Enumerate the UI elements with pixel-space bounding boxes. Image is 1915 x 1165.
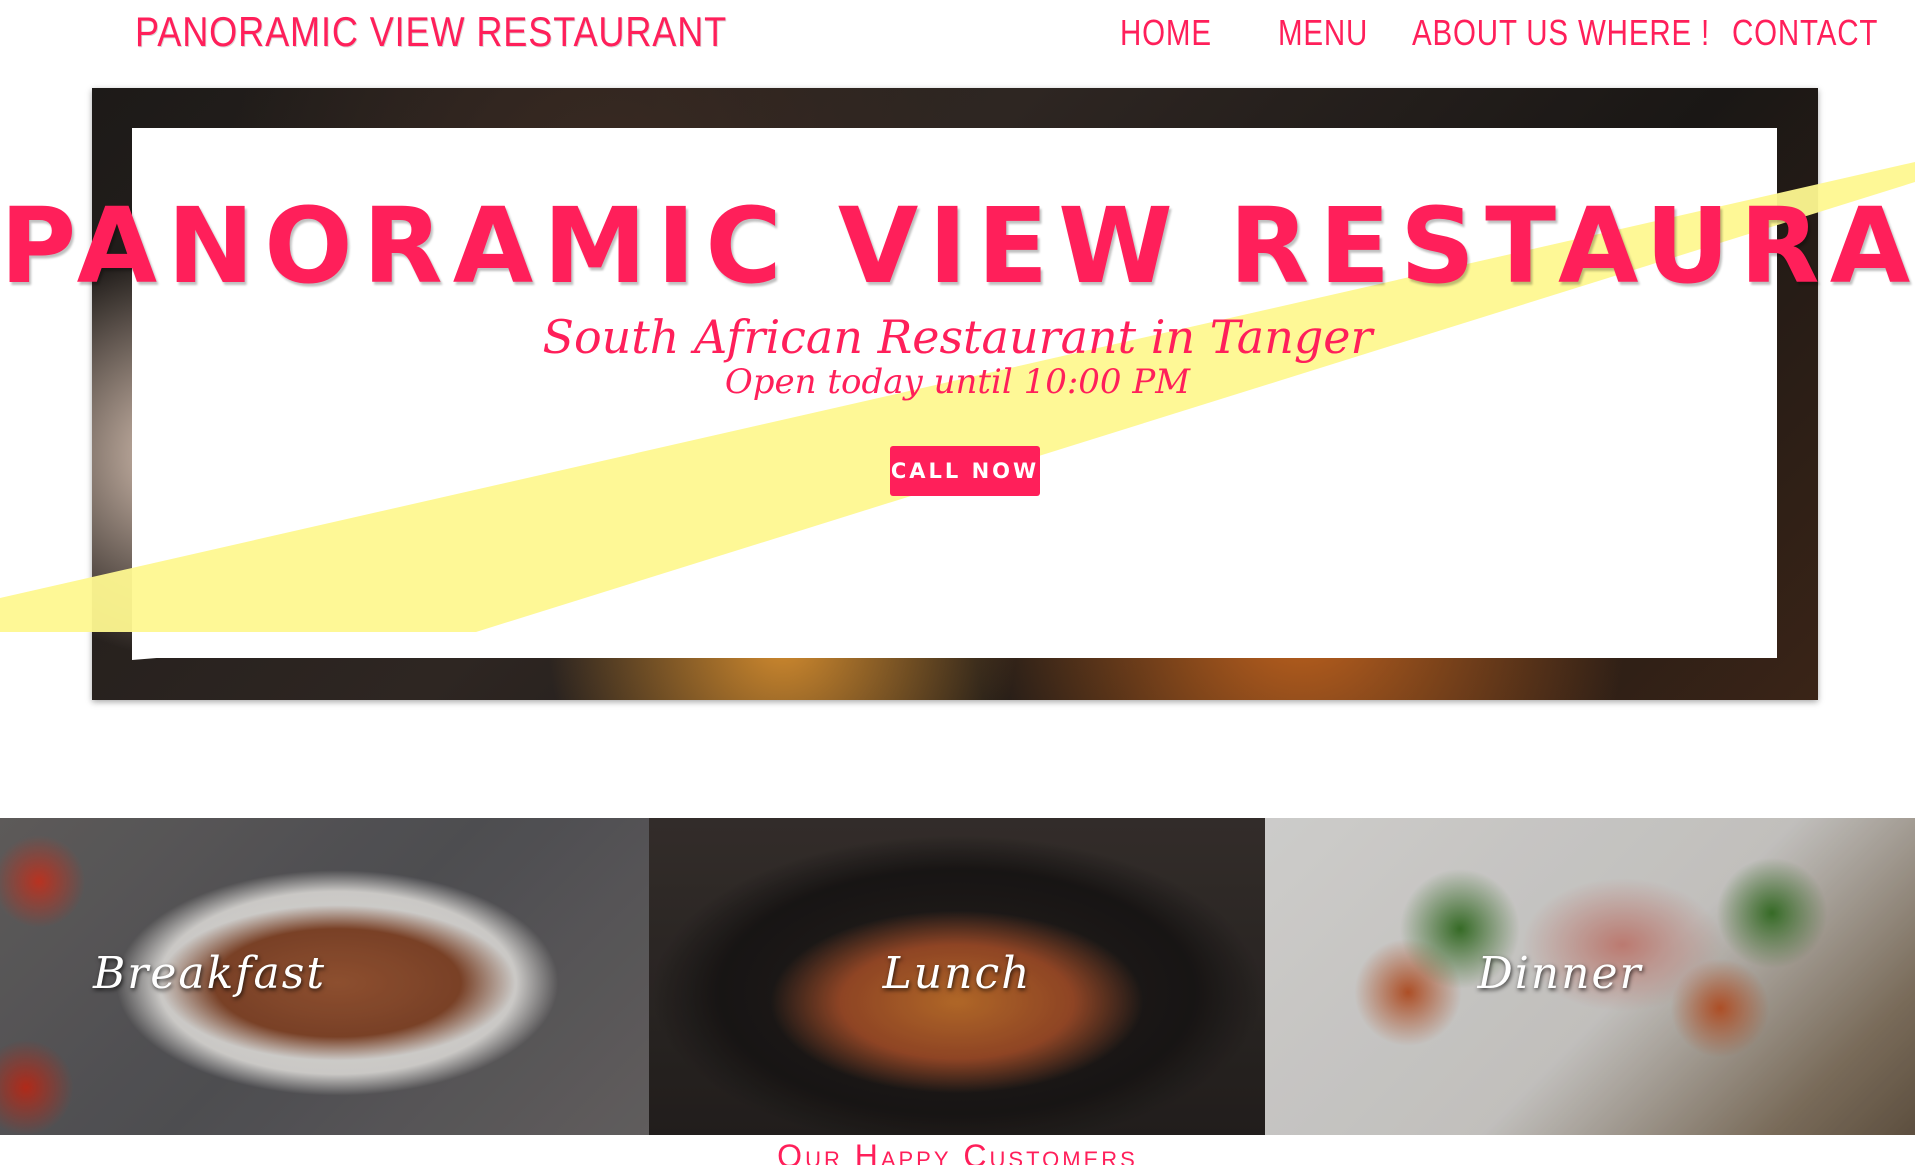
page: PANORAMIC VIEW RESTAURANT HOME MENU ABOU…	[0, 0, 1915, 1165]
call-now-button[interactable]: CALL NOW	[890, 446, 1040, 496]
customers-section-heading: Our Happy Customers	[777, 1138, 1138, 1165]
meal-tile-breakfast[interactable]: Breakfast	[0, 818, 649, 1135]
main-nav: HOME MENU ABOUT US WHERE ! CONTACT	[0, 12, 1915, 62]
hero-subtitle: South African Restaurant in Tanger	[542, 310, 1373, 364]
meal-label-lunch: Lunch	[882, 948, 1032, 999]
nav-menu[interactable]: MENU	[1278, 12, 1368, 54]
nav-where[interactable]: WHERE !	[1578, 12, 1710, 54]
meal-label-breakfast: Breakfast	[92, 948, 327, 999]
meal-tile-dinner[interactable]: Dinner	[1265, 818, 1915, 1135]
meal-tile-lunch[interactable]: Lunch	[649, 818, 1265, 1135]
nav-home[interactable]: HOME	[1120, 12, 1212, 54]
hero-title: PANORAMIC VIEW RESTAURANT	[0, 185, 1915, 307]
nav-contact[interactable]: CONTACT	[1732, 12, 1878, 54]
meal-gallery: Breakfast Lunch Dinner	[0, 818, 1915, 1135]
opening-hours: Open today until 10:00 PM	[724, 362, 1191, 402]
nav-about-us[interactable]: ABOUT US	[1412, 12, 1569, 54]
meal-label-dinner: Dinner	[1477, 948, 1643, 999]
